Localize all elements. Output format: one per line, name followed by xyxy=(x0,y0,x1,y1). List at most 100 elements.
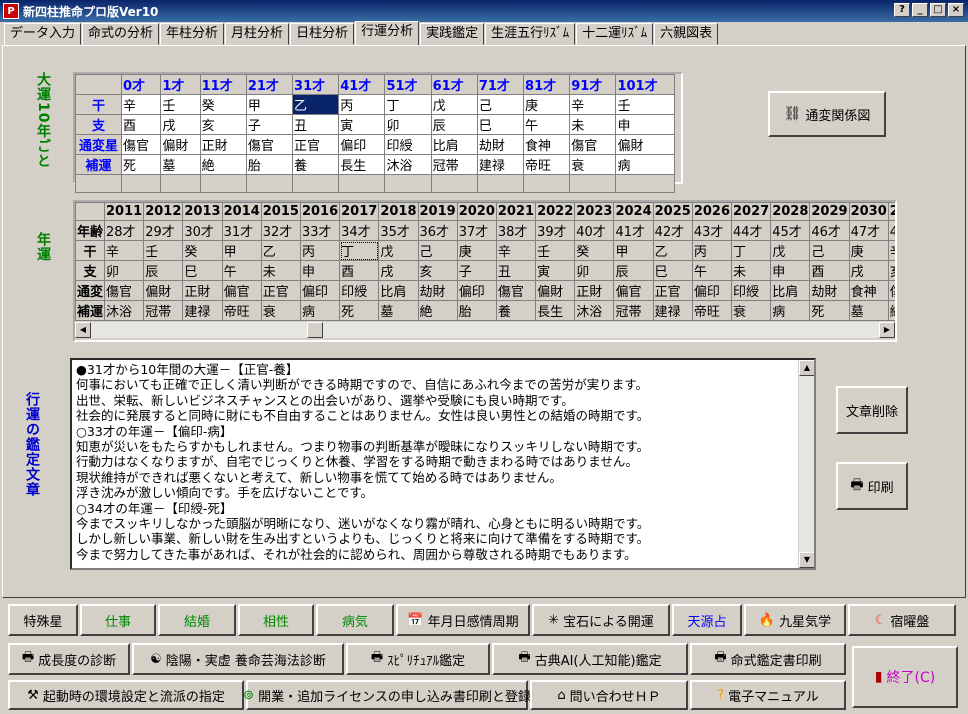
license-button[interactable]: ⊚ 開業・追加ライセンスの申し込み書印刷と登録 xyxy=(243,680,531,710)
tengen-button[interactable]: 天源占 xyxy=(672,604,742,636)
nenun-cell: 偏印 xyxy=(691,280,733,301)
contact-hp-button[interactable]: ⌂ 問い合わせＨＰ xyxy=(530,680,688,710)
nenun-cell: 絶 xyxy=(887,300,895,321)
minimize-button[interactable]: _ xyxy=(912,3,928,17)
nenun-cell: 31才 xyxy=(221,220,262,241)
shukuyo-button[interactable]: ☾ 宿曜盤 xyxy=(848,604,956,636)
nenun-cell: 28才 xyxy=(104,220,145,241)
nenun-cell: 丙 xyxy=(299,240,341,261)
delete-text-button[interactable]: 文章削除 xyxy=(836,386,908,434)
daiun-cell: 沐浴 xyxy=(384,154,432,175)
nenun-cell: 長生 xyxy=(535,300,576,321)
nenun-cell: 卯 xyxy=(104,260,145,281)
scroll-left-arrow[interactable]: ◀ xyxy=(75,322,91,338)
hscroll-thumb[interactable] xyxy=(307,322,323,338)
nenun-cell: 戌 xyxy=(378,260,419,281)
daiun-cell: 未 xyxy=(569,114,617,135)
daiun-blank-cell xyxy=(523,174,571,193)
scroll-down-arrow[interactable]: ▼ xyxy=(799,552,814,568)
daiun-age-cell: 91才 xyxy=(569,74,617,95)
daiun-cell: 傷官 xyxy=(120,134,162,155)
tab-5[interactable]: 行運分析 xyxy=(355,21,420,45)
nenun-cell: 死 xyxy=(809,300,850,321)
daiun-cell: 傷官 xyxy=(245,134,294,155)
nenun-cell: 子 xyxy=(456,260,497,281)
kanteisho-print-button[interactable]: 🖶 命式鑑定書印刷 xyxy=(690,643,846,675)
kantei-vscroll[interactable]: ▲ ▼ xyxy=(798,360,814,568)
daiun-cell: 午 xyxy=(523,114,571,135)
hoseki-button[interactable]: ✳ 宝石による開運 xyxy=(532,604,670,636)
kantei-line: ○34才の年運－【印綬-死】 xyxy=(76,500,233,516)
nenun-cell: 44才 xyxy=(731,220,772,241)
daiun-row-header: 通変星 xyxy=(75,134,122,155)
scroll-right-arrow[interactable]: ▶ xyxy=(879,322,895,338)
scroll-up-arrow[interactable]: ▲ xyxy=(799,360,814,376)
daiun-cell: 壬 xyxy=(615,94,675,115)
printer-icon: 🖶 xyxy=(370,650,384,665)
nenun-cell: 丁 xyxy=(731,240,772,261)
kantei-line: 出世、栄転、新しいビジネスチャンスとの出会いがあり、選挙や受験にも良い時期です。 xyxy=(76,392,574,408)
inyo-button[interactable]: ☯ 陰陽・実虚 養命芸海法診断 xyxy=(132,643,344,675)
nenun-cell: 建禄 xyxy=(182,300,223,321)
nenun-cell: 壬 xyxy=(535,240,576,261)
koten-ai-button[interactable]: 🖶 古典AI(人工知能)鑑定 xyxy=(492,643,688,675)
kanjo-shuki-button[interactable]: 📅 年月日感情周期 xyxy=(396,604,530,636)
tab-4[interactable]: 日柱分析 xyxy=(290,23,355,45)
nenun-hscroll[interactable]: ◀ ▶ xyxy=(75,322,895,338)
tab-9[interactable]: 六親図表 xyxy=(654,23,719,45)
daiun-blank-cell xyxy=(615,174,675,193)
maximize-button[interactable]: □ xyxy=(930,3,946,17)
nenun-year-cell: 2026 xyxy=(691,202,733,221)
print-label: 印刷 xyxy=(867,480,894,496)
printer-icon: 🖶 xyxy=(21,650,35,665)
manual-button[interactable]: ? 電子マニュアル xyxy=(690,680,846,710)
daiun-cell: 比肩 xyxy=(430,134,478,155)
spiritual-button[interactable]: 🖶 ｽﾋﾟﾘﾁｭｱﾙ鑑定 xyxy=(346,643,490,675)
nenun-cell: 辛 xyxy=(104,240,145,261)
tsuhen-relation-button[interactable]: ⛓ 通変関係図 xyxy=(768,91,886,137)
nenun-cell: 庚 xyxy=(848,240,889,261)
nenun-year-cell: 2012 xyxy=(143,202,184,221)
shigoto-button[interactable]: 仕事 xyxy=(80,604,156,636)
daiun-cell: 長生 xyxy=(338,154,386,175)
nenun-cell: 帝旺 xyxy=(691,300,733,321)
tab-7[interactable]: 生涯五行ﾘｽﾞﾑ xyxy=(485,23,576,45)
byoki-button[interactable]: 病気 xyxy=(316,604,394,636)
seichodo-button[interactable]: 🖶 成長度の診断 xyxy=(8,643,130,675)
help-button[interactable]: ? xyxy=(894,3,910,17)
daiun-label: 大運10年ごと xyxy=(35,72,51,169)
tab-1[interactable]: 命式の分析 xyxy=(82,23,160,45)
tab-0[interactable]: データ入力 xyxy=(4,23,82,45)
nenun-row-header: 干 xyxy=(75,240,106,261)
kantei-textarea[interactable]: ●31才から10年間の大運－【正官-養】 何事においても正確で正しく清い判断ができ… xyxy=(70,358,816,570)
tab-8[interactable]: 十二運ﾘｽﾞﾑ xyxy=(576,23,654,45)
kekkon-button[interactable]: 結婚 xyxy=(158,604,236,636)
kantei-line: ○33才の年運－【偏印-病】 xyxy=(76,423,233,439)
kantei-line: 今まで努力してきた事があれば、それが社会的に認められ、周囲から尊敬される時期でも… xyxy=(76,546,637,562)
tokushusei-button[interactable]: 特殊星 xyxy=(8,604,78,636)
daiun-cell: 傷官 xyxy=(569,134,617,155)
daiun-row-header: 支 xyxy=(75,114,122,135)
nenun-cell: 丙 xyxy=(691,240,733,261)
daiun-cell: 冠帯 xyxy=(430,154,478,175)
daiun-blank-cell xyxy=(338,174,386,193)
aisho-button[interactable]: 相性 xyxy=(238,604,314,636)
nenun-cell: 丁 xyxy=(339,240,380,261)
exit-button[interactable]: ▮ 終了(C) xyxy=(852,646,958,708)
tab-6[interactable]: 実践鑑定 xyxy=(420,23,485,45)
print-button[interactable]: 🖶 印刷 xyxy=(836,462,908,510)
settings-button[interactable]: ⚒ 起動時の環境設定と流派の指定 xyxy=(8,680,244,710)
daiun-cell: 胎 xyxy=(245,154,294,175)
tab-2[interactable]: 年柱分析 xyxy=(160,23,225,45)
tab-3[interactable]: 月柱分析 xyxy=(225,23,290,45)
close-button[interactable]: × xyxy=(948,3,964,17)
nenun-cell: 戊 xyxy=(378,240,419,261)
nenun-table: 2011 2012 2013 2014 2015 2016 2017 2018 2019 2020… xyxy=(75,202,895,321)
kyusei-button[interactable]: 🔥 九星気学 xyxy=(744,604,846,636)
kantei-label: 行運の鑑定文章 xyxy=(24,392,40,497)
nenun-cell: 墓 xyxy=(848,300,889,321)
nenun-cell: 32才 xyxy=(260,220,301,241)
printer-icon: 🖶 xyxy=(850,477,864,493)
nenun-year-cell: 2016 xyxy=(299,202,341,221)
nenun-row-header: 支 xyxy=(75,260,106,281)
